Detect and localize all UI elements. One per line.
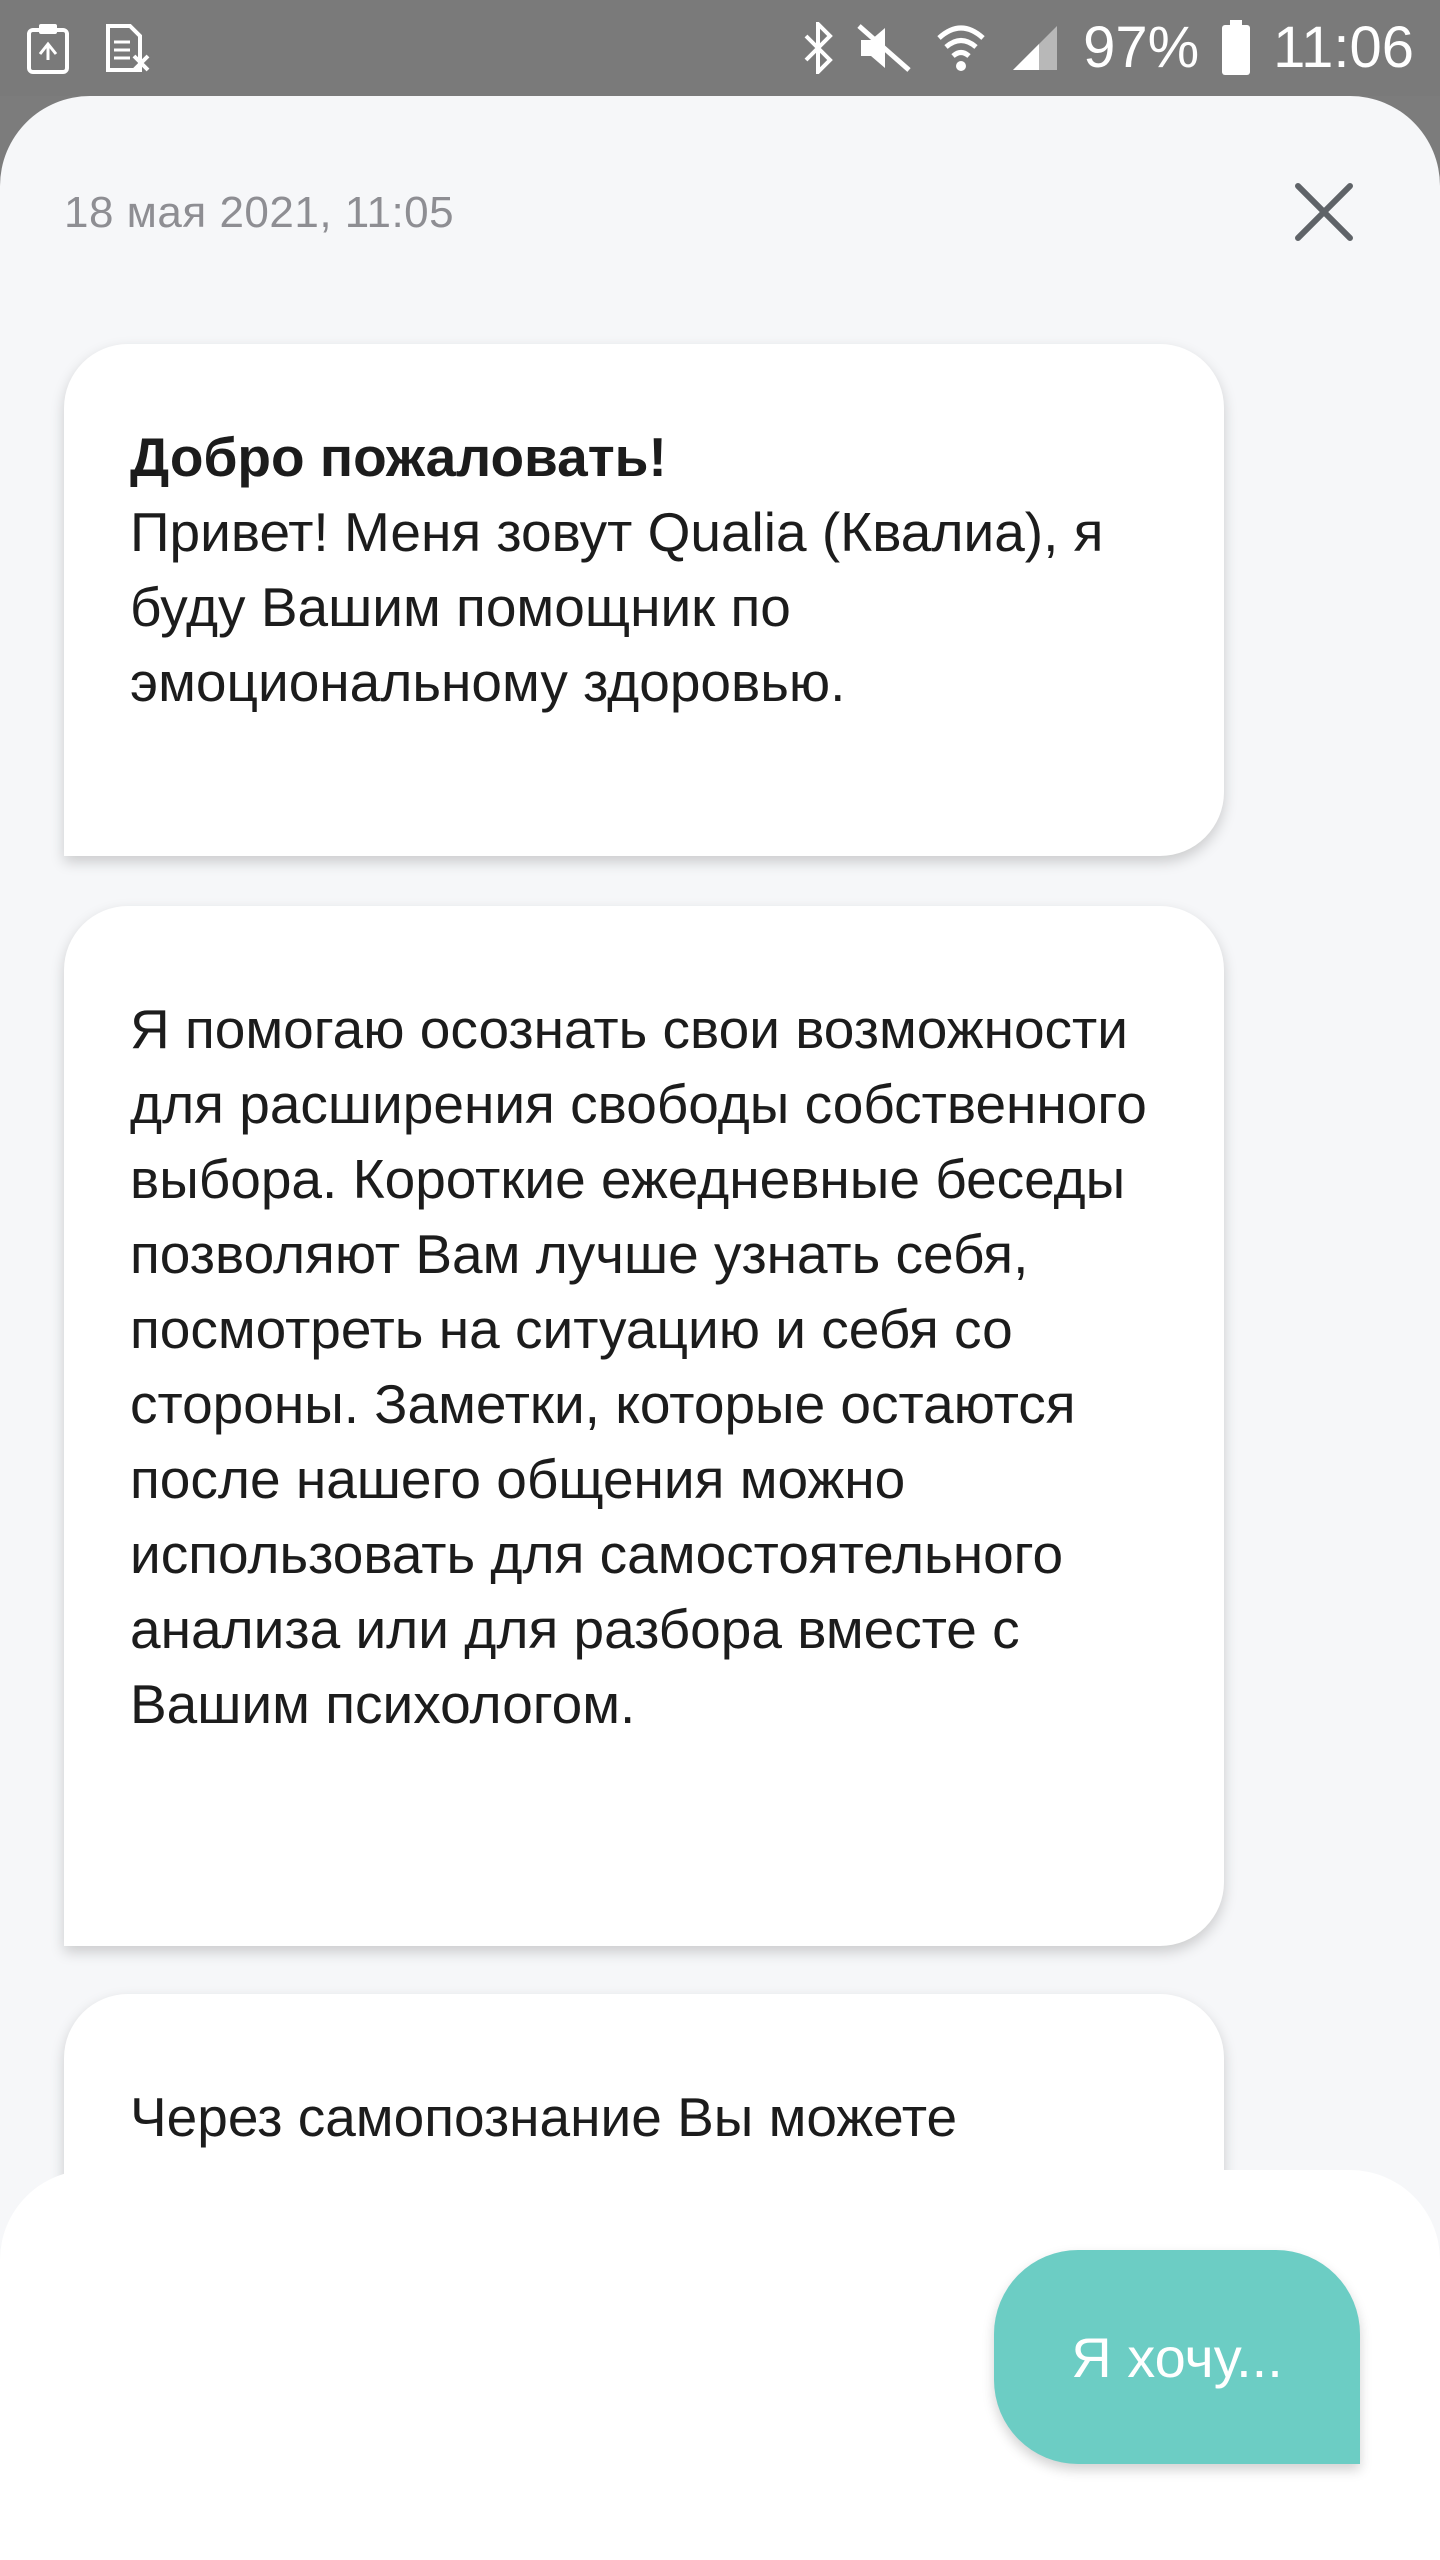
- message-text: Я помогаю осознать свои возможности для …: [130, 998, 1147, 1735]
- message-timestamp: 18 мая 2021, 11:05: [64, 188, 455, 237]
- message-text: Привет! Меня зовут Qualia (Квалиа), я бу…: [130, 501, 1104, 713]
- chat-message-bubble: Добро пожаловать! Привет! Меня зовут Qua…: [64, 344, 1224, 856]
- clock: 11:06: [1273, 15, 1414, 80]
- message-text: Через самопознание Вы можете: [130, 2086, 958, 2148]
- bluetooth-icon: [803, 22, 833, 74]
- recycle-notification-icon: [26, 22, 70, 74]
- status-bar: 97% 11:06: [0, 0, 1440, 96]
- sim-card-off-icon: [104, 22, 152, 74]
- battery-icon: [1221, 20, 1251, 76]
- reply-option-button[interactable]: Я хочу...: [994, 2250, 1360, 2464]
- chat-message-bubble: Я помогаю осознать свои возможности для …: [64, 906, 1224, 1946]
- mute-icon: [855, 22, 913, 74]
- close-button[interactable]: [1288, 176, 1360, 248]
- reply-option-label: Я хочу...: [1071, 2325, 1283, 2389]
- close-icon: [1295, 183, 1353, 241]
- wifi-icon: [935, 22, 987, 74]
- message-title: Добро пожаловать!: [130, 426, 667, 488]
- battery-percent: 97%: [1083, 15, 1200, 80]
- signal-icon: [1009, 22, 1061, 74]
